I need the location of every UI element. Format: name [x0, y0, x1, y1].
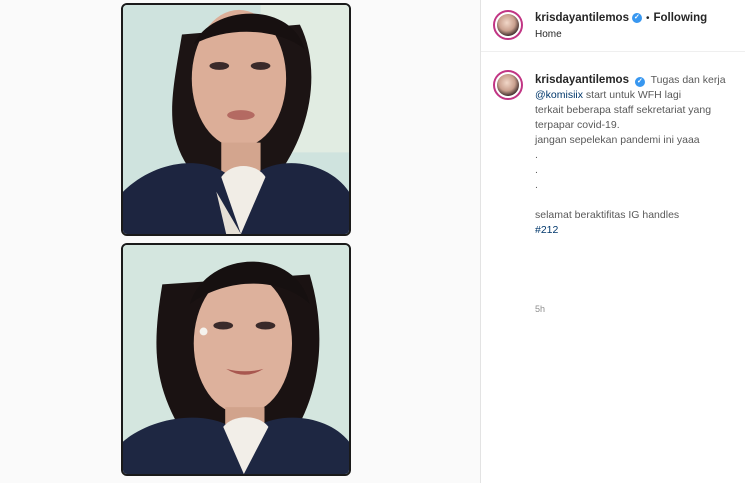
caption-avatar[interactable] — [493, 70, 523, 100]
avatar-image — [497, 74, 519, 96]
caption-text-segment: Tugas dan kerja — [650, 74, 726, 86]
verified-badge-icon: ✓ — [631, 13, 642, 23]
caption-text: krisdayantilemos ✓ Tugas dan kerja @komi… — [535, 73, 737, 238]
caption-line: terkait beberapa staff sekretariat yang — [535, 104, 712, 116]
caption-line: jangan sepelekan pandemi ini yaaa — [535, 134, 700, 146]
avatar[interactable] — [493, 10, 523, 40]
location-link[interactable]: Home — [535, 29, 562, 40]
hashtag-link[interactable]: #212 — [535, 223, 737, 238]
post-media — [0, 0, 481, 483]
caption-line: krisdayantilemos ✓ Tugas dan kerja — [535, 73, 737, 88]
caption-line: . — [535, 149, 538, 161]
caption-line: terpapar covid-19. — [535, 119, 620, 131]
caption-username-link[interactable]: krisdayantilemos — [535, 74, 629, 86]
avatar-image — [497, 14, 519, 36]
post-header: krisdayantilemos ✓ • Following Home — [481, 0, 745, 52]
mention-link[interactable]: @komisiix — [535, 89, 583, 101]
post-side-panel: krisdayantilemos ✓ • Following Home kris… — [481, 0, 745, 483]
caption-text-segment: start untuk WFH lagi — [585, 89, 682, 101]
verified-badge-icon: ✓ — [634, 77, 645, 87]
post-photo-top[interactable] — [121, 3, 351, 236]
username-link[interactable]: krisdayantilemos — [535, 12, 629, 24]
caption-line: . — [535, 164, 538, 176]
following-button[interactable]: Following — [653, 12, 707, 24]
post-timestamp[interactable]: 5h — [535, 304, 545, 314]
post-photo-bottom[interactable] — [121, 243, 351, 476]
separator-dot: • — [645, 12, 650, 24]
caption-line: . — [535, 179, 538, 191]
header-user-line: krisdayantilemos ✓ • Following — [535, 12, 707, 24]
caption-line: selamat beraktifitas IG handles — [535, 209, 680, 221]
caption-line: @komisiix start untuk WFH lagi — [535, 88, 737, 103]
